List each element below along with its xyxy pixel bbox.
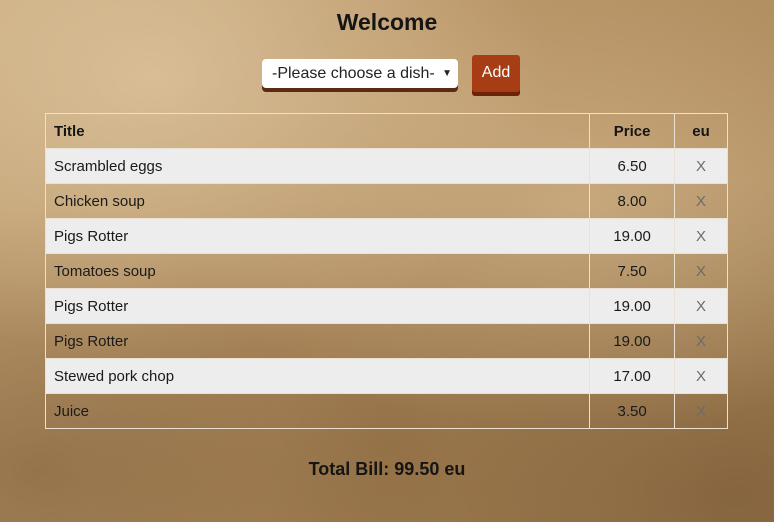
table-row: Pigs Rotter 19.00 X	[44, 323, 728, 359]
remove-icon[interactable]: X	[674, 183, 728, 219]
dish-price: 3.50	[589, 393, 676, 429]
dish-price: 6.50	[589, 148, 676, 184]
table-row: Scrambled eggs 6.50 X	[44, 148, 728, 184]
dish-select[interactable]: -Please choose a dish- ▼	[262, 59, 458, 88]
dish-title: Stewed pork chop	[44, 358, 591, 394]
dish-price: 8.00	[589, 183, 676, 219]
dish-title: Pigs Rotter	[44, 323, 591, 359]
order-controls: -Please choose a dish- ▼ Add	[0, 55, 774, 93]
column-header-price: Price	[589, 113, 676, 149]
dish-price: 17.00	[589, 358, 676, 394]
column-header-eu: eu	[674, 113, 728, 149]
add-button[interactable]: Add	[472, 55, 520, 92]
dish-title: Chicken soup	[44, 183, 591, 219]
table-row: Chicken soup 8.00 X	[44, 183, 728, 219]
table-row: Stewed pork chop 17.00 X	[44, 358, 728, 394]
dish-price: 19.00	[589, 218, 676, 254]
remove-icon[interactable]: X	[674, 253, 728, 289]
remove-icon[interactable]: X	[674, 323, 728, 359]
dish-price: 7.50	[589, 253, 676, 289]
column-header-title: Title	[44, 113, 591, 149]
dish-title: Tomatoes soup	[44, 253, 591, 289]
table-row: Pigs Rotter 19.00 X	[44, 288, 728, 324]
remove-icon[interactable]: X	[674, 288, 728, 324]
dish-price: 19.00	[589, 323, 676, 359]
remove-icon[interactable]: X	[674, 358, 728, 394]
page-title: Welcome	[336, 9, 438, 35]
table-row: Juice 3.50 X	[44, 393, 728, 429]
dish-title: Scrambled eggs	[44, 148, 591, 184]
remove-icon[interactable]: X	[674, 218, 728, 254]
table-row: Tomatoes soup 7.50 X	[44, 253, 728, 289]
dropdown-arrow-icon: ▼	[442, 68, 452, 79]
table-row: Pigs Rotter 19.00 X	[44, 218, 728, 254]
dish-price: 19.00	[589, 288, 676, 324]
dish-title: Pigs Rotter	[44, 218, 591, 254]
total-bill: Total Bill: 99.50 eu	[308, 459, 466, 479]
dish-select-value: -Please choose a dish-	[272, 65, 435, 82]
remove-icon[interactable]: X	[674, 393, 728, 429]
dish-title: Juice	[44, 393, 591, 429]
dish-title: Pigs Rotter	[44, 288, 591, 324]
orders-table: Title Price eu Scrambled eggs 6.50 X Chi…	[44, 113, 728, 429]
table-header-row: Title Price eu	[44, 113, 728, 149]
remove-icon[interactable]: X	[674, 148, 728, 184]
